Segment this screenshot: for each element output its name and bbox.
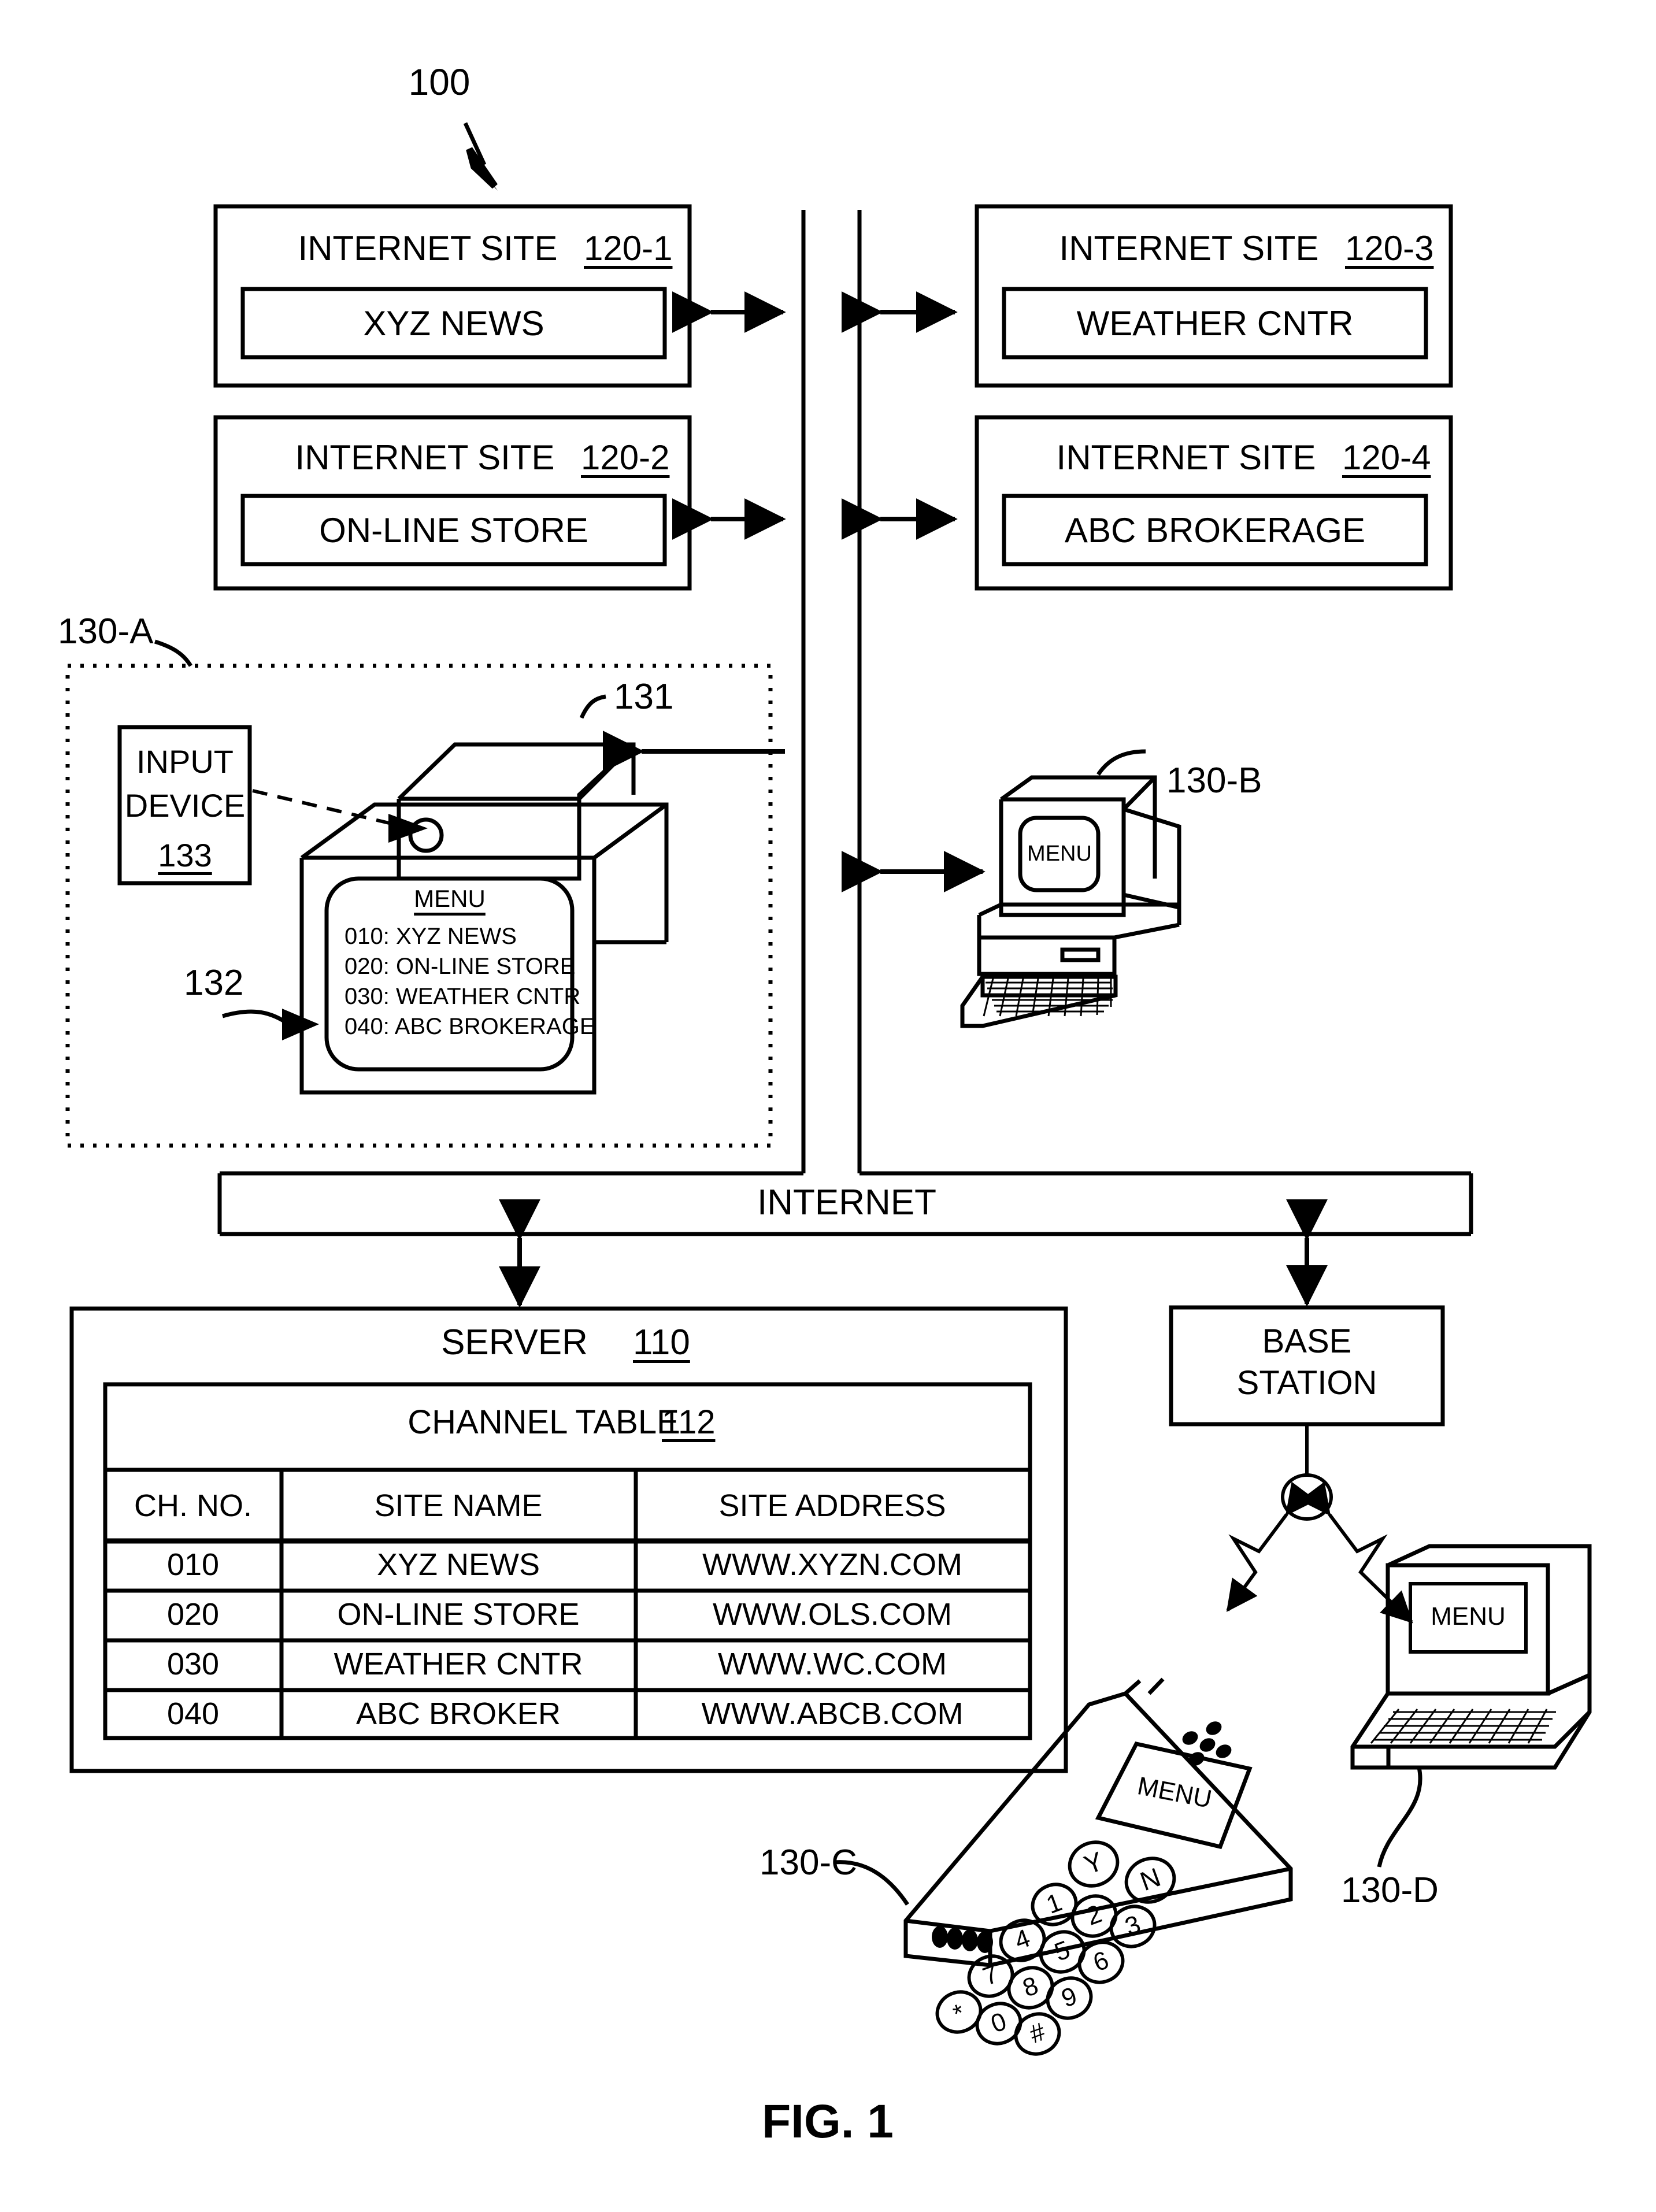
client-a-ref-label: 130-A (58, 612, 154, 651)
figure-caption: FIG. 1 (762, 2095, 894, 2148)
internet-site-3-name: WEATHER CNTR (1076, 304, 1354, 343)
client-b-screen-label: MENU (1027, 842, 1092, 866)
table-row: ABC BROKER (355, 1696, 561, 1731)
internet-backbone-label: INTERNET (757, 1183, 936, 1222)
internet-site-1-ref: 120-1 (584, 229, 673, 268)
table-row: ON-LINE STORE (337, 1597, 580, 1632)
table-row: WWW.XYZN.COM (702, 1547, 962, 1582)
base-station-label-line2: STATION (1236, 1364, 1377, 1402)
table-header-site-address: SITE ADDRESS (718, 1488, 946, 1523)
input-device-ref-label: 133 (158, 837, 212, 873)
internet-site-2-title: INTERNET SITE (295, 438, 555, 477)
internet-site-2-ref: 120-2 (581, 438, 670, 477)
tv-menu-item-0: 010: XYZ NEWS (344, 924, 517, 949)
table-row: WWW.WC.COM (718, 1647, 947, 1681)
input-device-label-line1: INPUT (136, 743, 234, 780)
table-row: 010 (166, 1547, 220, 1582)
table-row: WEATHER CNTR (334, 1647, 583, 1681)
internet-site-2-name: ON-LINE STORE (319, 511, 588, 550)
patent-figure-1: 100 INTERNET SITE 120-1 XYZ NEWS INTERNE… (0, 0, 1656, 2212)
table-row: WWW.ABCB.COM (701, 1696, 964, 1731)
internet-site-3-ref: 120-3 (1345, 229, 1434, 268)
table-header-ch-no: CH. NO. (134, 1488, 253, 1523)
system-ref-label: 100 (408, 61, 471, 103)
tv-menu-item-1: 020: ON-LINE STORE (344, 954, 576, 979)
client-d-screen-label: MENU (1431, 1602, 1506, 1631)
set-top-box-ref-label: 131 (614, 677, 674, 717)
internet-site-4-title: INTERNET SITE (1056, 438, 1316, 477)
table-row: XYZ NEWS (376, 1547, 540, 1582)
table-header-site-name: SITE NAME (374, 1488, 543, 1523)
base-station-label-line1: BASE (1262, 1322, 1352, 1360)
display-ref-label: 132 (184, 963, 244, 1003)
tv-menu-item-3: 040: ABC BROKERAGE (344, 1014, 595, 1039)
channel-table-title: CHANNEL TABLE (407, 1403, 679, 1441)
internet-site-4-name: ABC BROKERAGE (1064, 511, 1366, 550)
table-row: 020 (166, 1597, 220, 1632)
client-d-ref-label: 130-D (1341, 1870, 1439, 1910)
server-title: SERVER (441, 1322, 588, 1362)
table-row: WWW.OLS.COM (713, 1597, 952, 1632)
tv-menu-item-2: 030: WEATHER CNTR (344, 984, 581, 1009)
client-c-ref-label: 130-C (760, 1843, 857, 1883)
input-device-label-line2: DEVICE (124, 787, 246, 824)
internet-site-3-title: INTERNET SITE (1059, 229, 1319, 268)
table-row: 030 (166, 1647, 220, 1681)
server-ref-label: 110 (633, 1322, 690, 1362)
channel-table-ref-label: 112 (662, 1403, 716, 1441)
tv-menu-title: MENU (414, 885, 486, 912)
client-b-ref-label: 130-B (1166, 761, 1262, 801)
internet-site-1-title: INTERNET SITE (298, 229, 558, 268)
table-row: 040 (166, 1696, 220, 1731)
internet-site-4-ref: 120-4 (1342, 438, 1431, 477)
internet-site-1-name: XYZ NEWS (363, 304, 544, 343)
